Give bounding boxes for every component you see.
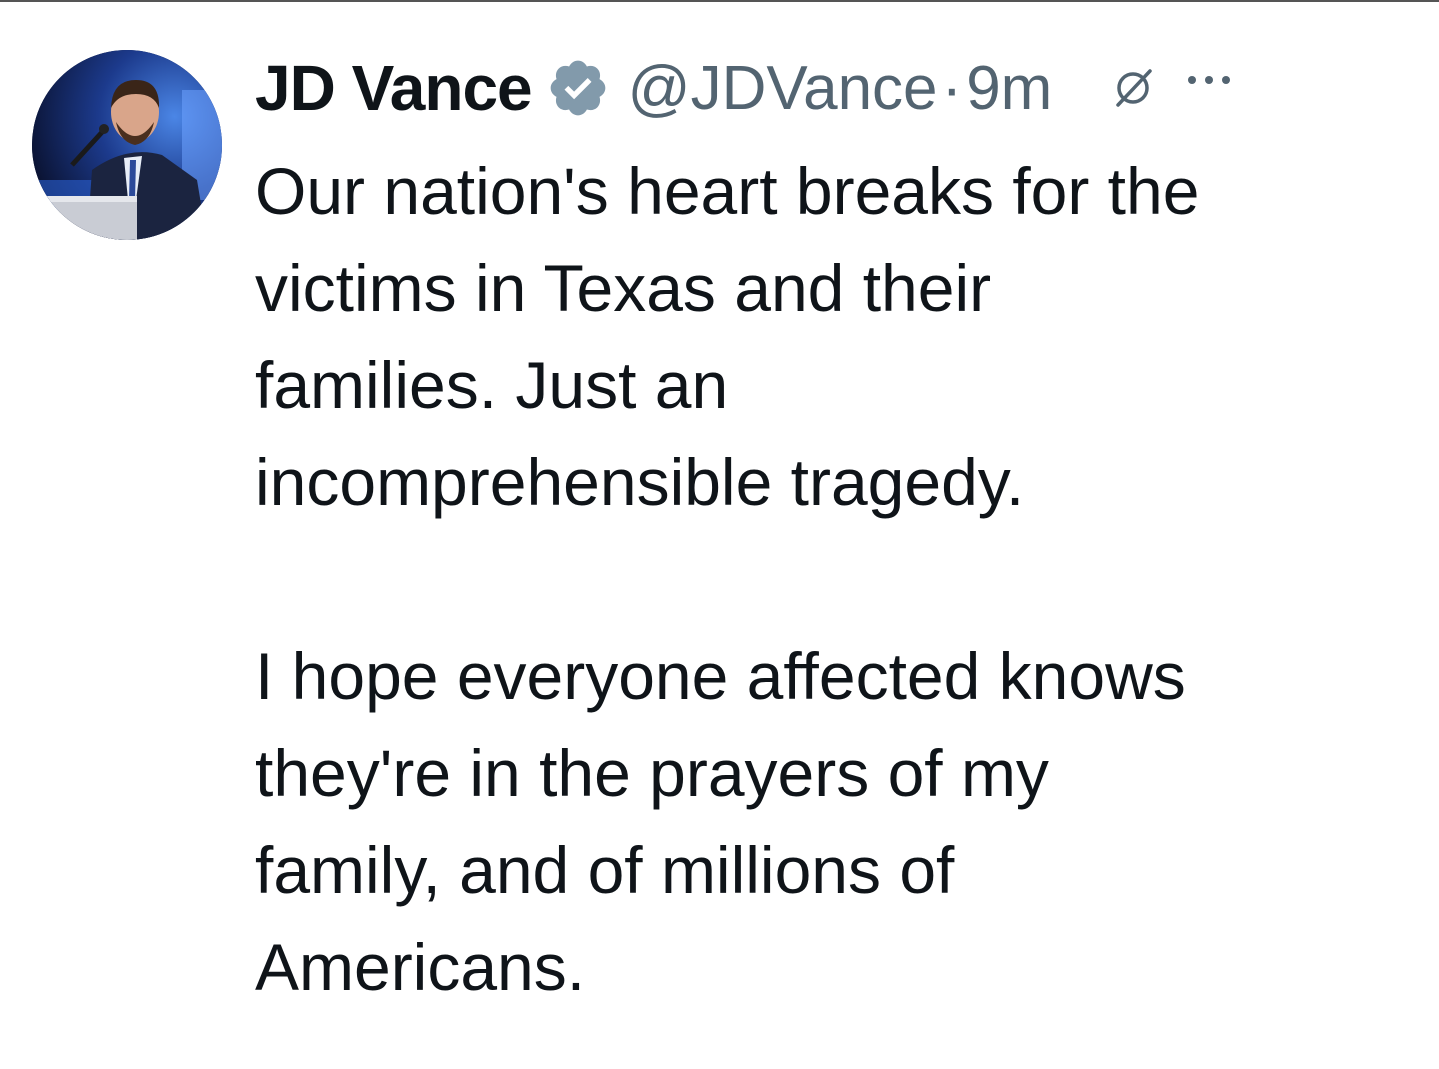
more-options-icon[interactable]: [1184, 70, 1234, 90]
author-handle[interactable]: @JDVance: [628, 53, 938, 124]
verified-badge-icon[interactable]: [546, 56, 610, 120]
timestamp[interactable]: 9m: [966, 53, 1052, 124]
avatar-photo: [32, 50, 222, 240]
separator-dot: ·: [941, 53, 963, 123]
edited-icon[interactable]: [1110, 65, 1156, 111]
tweet-header: JD Vance @JDVance · 9m: [255, 48, 1425, 128]
tweet-paragraph-1: Our nation's heart breaks for the victim…: [255, 154, 1200, 519]
tweet: JD Vance @JDVance · 9m Our nation's hear…: [0, 0, 1439, 1069]
author-name[interactable]: JD Vance: [255, 51, 533, 125]
tweet-paragraph-2: I hope everyone affected knows they're i…: [255, 639, 1186, 1004]
tweet-text: Our nation's heart breaks for the victim…: [255, 143, 1415, 1016]
avatar[interactable]: [32, 50, 222, 240]
